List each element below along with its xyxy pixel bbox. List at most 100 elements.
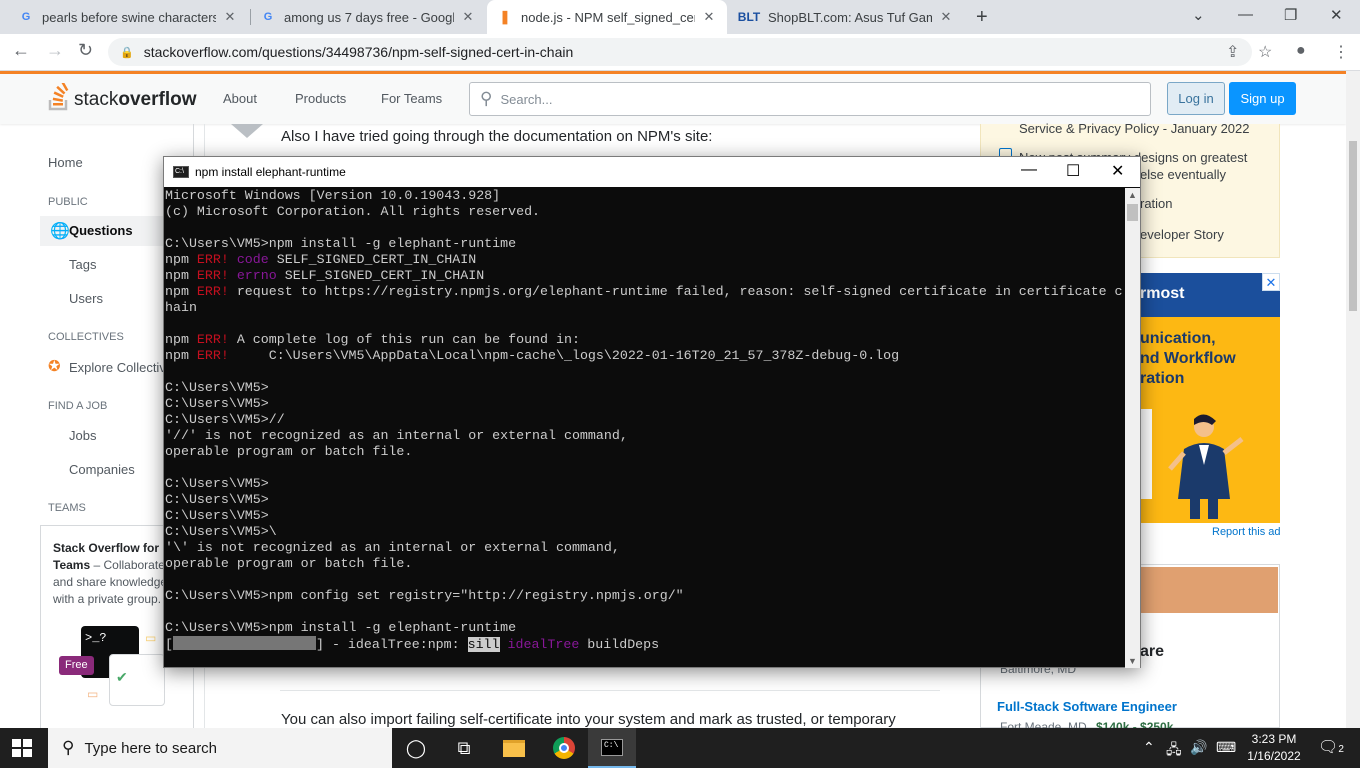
task-view-icon[interactable]: ⧉ (440, 728, 488, 768)
chrome-menu-icon[interactable]: ⋮ (1333, 42, 1349, 62)
so-logo-icon (48, 83, 69, 111)
sidebar-item-companies[interactable]: Companies (69, 462, 135, 477)
sidebar-heading-collectives: COLLECTIVES (48, 331, 124, 343)
so-wordmark: stackoverflow (74, 89, 197, 110)
nav-about[interactable]: About (223, 91, 257, 106)
tray-overflow-chevron-icon[interactable]: ⌃ (1143, 739, 1155, 756)
answer-text-line: Also I have tried going through the docu… (281, 128, 713, 145)
address-bar[interactable]: 🔒 stackoverflow.com/questions/34498736/n… (108, 38, 1252, 66)
meta-link-ration[interactable]: ration (1140, 196, 1173, 211)
answer-divider (280, 690, 940, 691)
cortana-icon[interactable]: ◯ (392, 728, 440, 768)
job-title-link[interactable]: Full-Stack Software Engineer (997, 699, 1177, 714)
tab-shopblt[interactable]: BLT ShopBLT.com: Asus Tuf Gaming ( ✕ (728, 0, 964, 34)
sidebar-item-home[interactable]: Home (48, 155, 83, 170)
answer-text-bottom: You can also import failing self-certifi… (281, 711, 896, 728)
search-icon: ⚲ (62, 738, 75, 757)
scrollbar-thumb[interactable] (1349, 141, 1357, 311)
network-icon[interactable]: 🖧 (1166, 739, 1182, 763)
downvote-arrow-icon[interactable] (231, 124, 263, 138)
restore-icon[interactable]: ❐ (1284, 6, 1297, 24)
keyboard-icon[interactable]: ⌨ (1216, 739, 1236, 756)
clock-time: 3:23 PM (1251, 732, 1297, 746)
cmd-icon: C:\ (173, 166, 189, 178)
profile-avatar-icon[interactable]: ● (1296, 42, 1306, 60)
advertisement[interactable]: rmost unication, nd Workflow ration (1140, 273, 1280, 523)
browser-toolbar: ← → ↻ 🔒 stackoverflow.com/questions/3449… (0, 34, 1360, 71)
cmd-icon: C:\ (601, 738, 623, 756)
report-ad-link[interactable]: Report this ad (1212, 526, 1280, 538)
close-tab-icon[interactable]: ✕ (701, 9, 717, 25)
close-tab-icon[interactable]: ✕ (222, 9, 238, 25)
sidebar-item-questions[interactable]: Questions (69, 223, 133, 238)
windows-taskbar: ⚲ Type here to search ◯ ⧉ C:\ ⌃ 🖧 🔊 ⌨ 3:… (0, 728, 1360, 768)
cmd-window[interactable]: C:\ npm install elephant-runtime — ☐ ✕ M… (163, 156, 1141, 668)
sidebar-heading-public: PUBLIC (48, 196, 88, 208)
cmd-title: npm install elephant-runtime (195, 165, 346, 179)
so-logo[interactable]: stackoverflow (48, 83, 196, 111)
cmd-close-icon[interactable]: ✕ (1111, 161, 1124, 181)
cmd-scrollbar[interactable]: ▲ ▼ (1125, 188, 1140, 668)
close-window-icon[interactable]: ✕ (1330, 6, 1343, 24)
volume-icon[interactable]: 🔊 (1190, 739, 1207, 756)
scroll-down-icon[interactable]: ▼ (1128, 656, 1137, 666)
meta-link-summary-cont[interactable]: else eventually (1140, 167, 1226, 182)
cmd-taskbar-button[interactable]: C:\ (588, 728, 636, 768)
cmd-console-output[interactable]: Microsoft Windows [Version 10.0.19043.92… (164, 188, 1126, 668)
nav-products[interactable]: Products (295, 91, 346, 106)
tab-search-chevron-icon[interactable]: ⌄ (1192, 6, 1205, 24)
ad-close-icon[interactable]: ✕ (1262, 273, 1280, 291)
job-company-partial: are (1140, 643, 1165, 660)
minimize-icon[interactable]: — (1238, 6, 1253, 23)
reload-icon[interactable]: ↻ (78, 40, 93, 61)
close-tab-icon[interactable]: ✕ (460, 9, 476, 25)
signup-button[interactable]: Sign up (1229, 82, 1296, 115)
ad-person-illustration (1168, 414, 1244, 519)
teams-bold: Teams (53, 558, 91, 572)
cmd-maximize-icon[interactable]: ☐ (1066, 161, 1080, 181)
teams-desc-1: – Collaborate (93, 558, 165, 572)
free-badge: Free (59, 656, 94, 675)
file-explorer-button[interactable] (490, 728, 538, 768)
notification-center-icon[interactable]: 🗨2 (1318, 737, 1344, 757)
search-icon: ⚲ (480, 89, 493, 108)
scroll-up-icon[interactable]: ▲ (1128, 190, 1137, 200)
page-scrollbar[interactable] (1346, 71, 1360, 728)
share-icon[interactable]: ⇪ (1226, 42, 1239, 62)
bookmark-star-icon[interactable]: ☆ (1258, 42, 1272, 62)
meta-link-privacy[interactable]: Service & Privacy Policy - January 2022 (1019, 121, 1249, 136)
sidebar-item-jobs[interactable]: Jobs (69, 428, 96, 443)
taskbar-clock[interactable]: 3:23 PM 1/16/2022 (1244, 731, 1304, 765)
sidebar-heading-teams: TEAMS (48, 502, 86, 514)
tab-stackoverflow[interactable]: ❚ node.js - NPM self_signed_cert_in ✕ (487, 0, 727, 34)
folder-icon (503, 739, 525, 757)
close-tab-icon[interactable]: ✕ (938, 9, 954, 25)
taskbar-search-input[interactable]: ⚲ Type here to search (48, 728, 392, 768)
so-search-input[interactable]: ⚲ Search... (469, 82, 1151, 116)
nav-for-teams[interactable]: For Teams (381, 91, 442, 106)
cmd-title-bar[interactable]: C:\ npm install elephant-runtime — ☐ ✕ (164, 157, 1140, 187)
so-topbar: stackoverflow About Products For Teams ⚲… (0, 71, 1346, 124)
ad-header: rmost (1140, 273, 1280, 317)
chrome-icon (553, 737, 575, 759)
collectives-star-icon: ✪ (48, 358, 61, 375)
new-tab-button[interactable]: + (976, 6, 988, 29)
cmd-minimize-icon[interactable]: — (1021, 161, 1037, 179)
chrome-taskbar-button[interactable] (540, 728, 588, 768)
jobs-banner (1141, 567, 1278, 613)
login-button[interactable]: Log in (1167, 82, 1225, 115)
tab-pearls[interactable]: G pearls before swine characters pi ✕ (8, 0, 248, 34)
back-icon[interactable]: ← (12, 40, 30, 61)
tab-title: among us 7 days free - Google S (284, 9, 454, 25)
sidebar-item-users[interactable]: Users (69, 291, 103, 306)
windows-start-icon[interactable] (12, 739, 32, 757)
stackoverflow-icon: ❚ (499, 9, 511, 24)
chat-bubble-icon: ▭ (87, 687, 99, 701)
sidebar-item-tags[interactable]: Tags (69, 257, 96, 272)
tab-among-us[interactable]: G among us 7 days free - Google S ✕ (250, 0, 486, 34)
cmd-scrollbar-thumb[interactable] (1127, 204, 1138, 221)
ad-body: unication, nd Workflow ration (1140, 330, 1236, 387)
meta-link-developer-story[interactable]: eveloper Story (1140, 227, 1224, 242)
forward-icon[interactable]: → (46, 40, 64, 61)
teams-title: Stack Overflow for (53, 541, 160, 555)
